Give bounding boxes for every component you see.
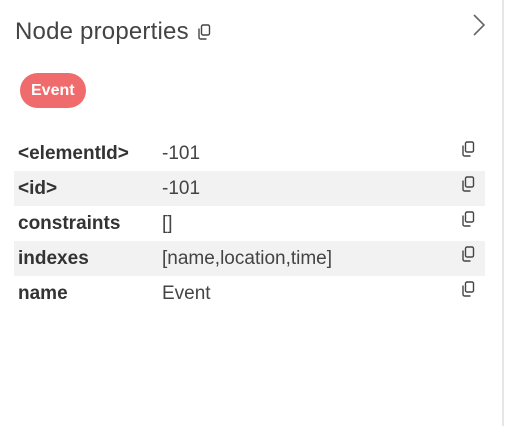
copy-icon[interactable] bbox=[461, 141, 475, 157]
property-row: <elementId> -101 bbox=[14, 136, 485, 171]
property-key: <id> bbox=[18, 177, 58, 199]
copy-icon[interactable] bbox=[461, 246, 475, 262]
label-badge-event[interactable]: Event bbox=[20, 73, 86, 108]
property-row: constraints [] bbox=[14, 206, 485, 241]
property-row: name Event bbox=[14, 276, 485, 311]
copy-icon[interactable] bbox=[461, 211, 475, 227]
panel-header: Node properties bbox=[15, 18, 211, 46]
copy-icon[interactable] bbox=[461, 281, 475, 297]
property-value: [] bbox=[162, 212, 173, 234]
copy-icon[interactable] bbox=[197, 24, 211, 40]
property-value: Event bbox=[162, 282, 211, 304]
property-key: constraints bbox=[18, 212, 121, 234]
panel-title: Node properties bbox=[15, 18, 189, 45]
property-row: <id> -101 bbox=[14, 171, 485, 206]
properties-table: <elementId> -101 <id> -101 constraints [… bbox=[14, 136, 485, 311]
property-value: -101 bbox=[162, 177, 201, 199]
chevron-right-icon[interactable] bbox=[468, 12, 490, 38]
property-key: indexes bbox=[18, 247, 89, 269]
node-properties-panel: Node properties Event <elementId> -101 <… bbox=[0, 0, 504, 426]
property-value: [name,location,time] bbox=[162, 247, 333, 269]
property-key: <elementId> bbox=[18, 142, 129, 164]
property-key: name bbox=[18, 282, 68, 304]
property-value: -101 bbox=[162, 142, 201, 164]
property-row: indexes [name,location,time] bbox=[14, 241, 485, 276]
copy-icon[interactable] bbox=[461, 176, 475, 192]
